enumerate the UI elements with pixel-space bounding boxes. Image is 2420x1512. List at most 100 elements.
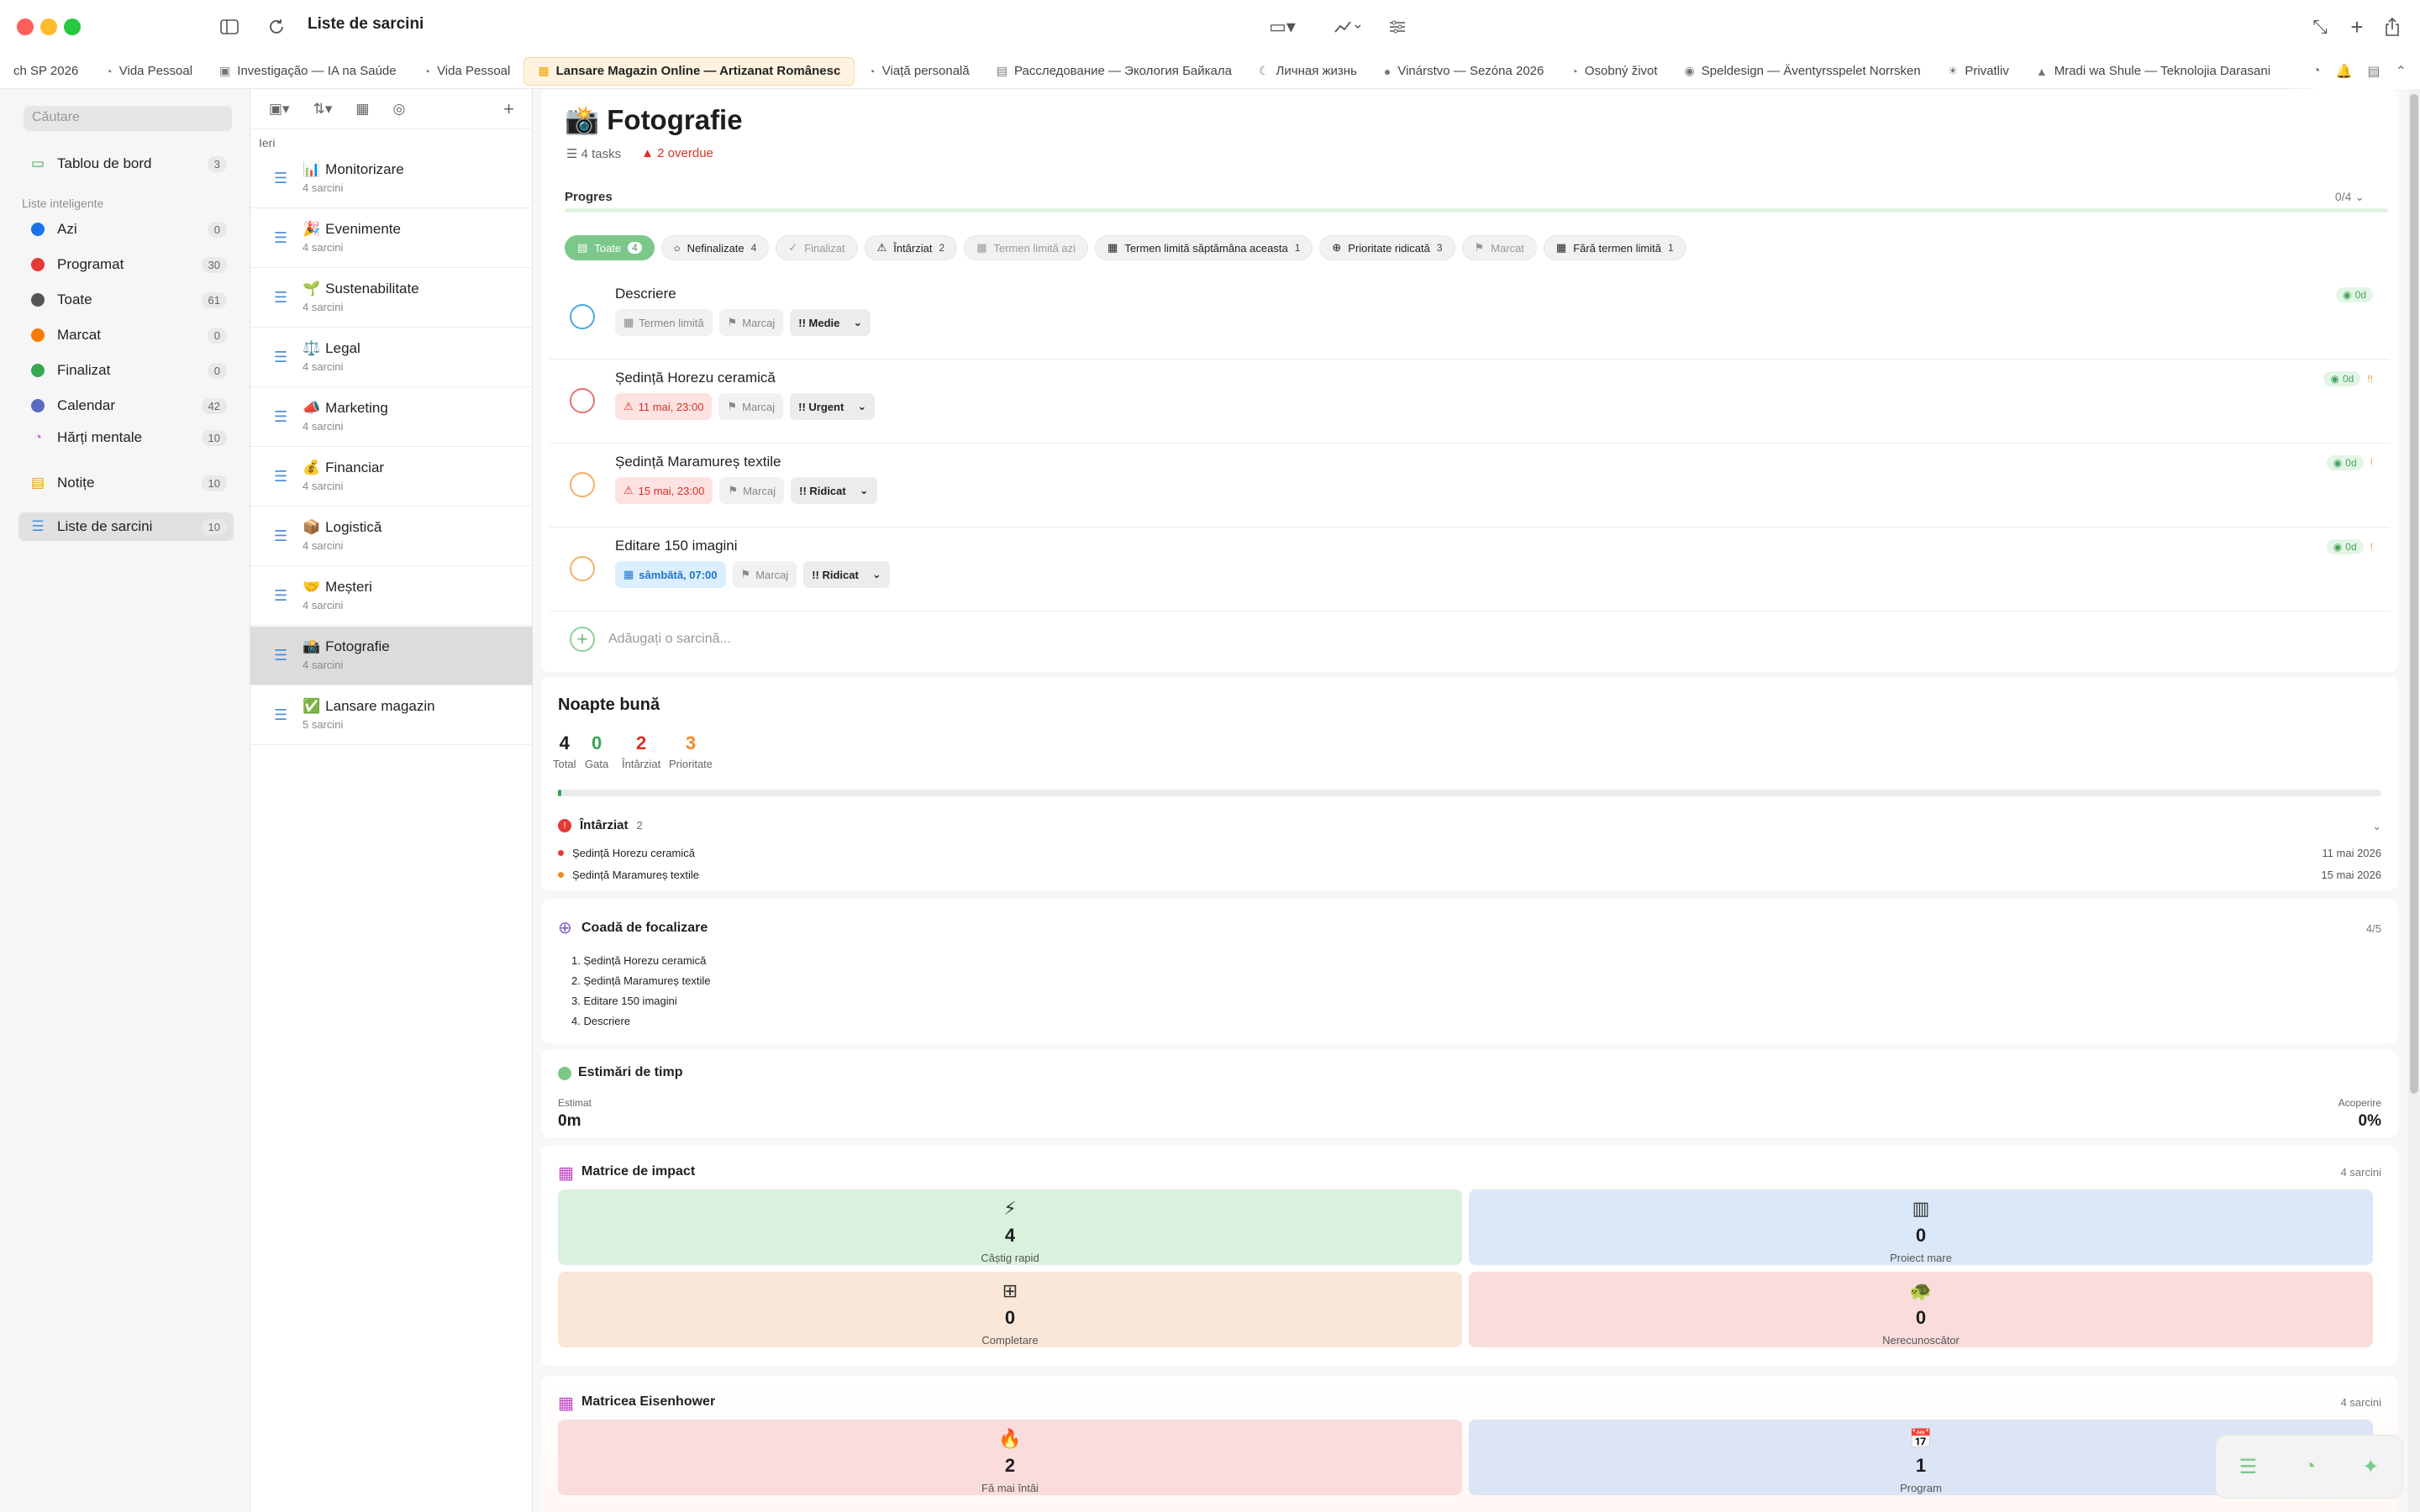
overdue-item[interactable]: Ședință Maramureș textile 15 mai 2026 (558, 865, 2381, 884)
add-list-icon[interactable]: + (503, 98, 514, 120)
tab-11[interactable]: ☀ Privatliv (1934, 57, 2023, 86)
quadrant[interactable]: ⚡ 4 Câștig rapid (558, 1189, 1462, 1265)
list-item[interactable]: ☰ 🎉 Evenimente 4 sarcini (250, 209, 533, 268)
sidebar-item-3[interactable]: Marcat 0 (18, 321, 234, 349)
list-item[interactable]: ☰ 🤝 Meșteri 4 sarcini (250, 567, 533, 626)
complete-checkbox[interactable] (570, 556, 595, 581)
sidebar-item-4[interactable]: Finalizat 0 (18, 356, 234, 385)
complete-checkbox[interactable] (570, 304, 595, 329)
sync-icon[interactable] (262, 13, 291, 40)
focus-item[interactable]: 2. Ședință Maramureș textile (571, 974, 710, 987)
list-item[interactable]: ☰ 📸 Fotografie 4 sarcini (250, 627, 533, 685)
add-task-row[interactable]: + Adăugați o sarcină... (570, 627, 731, 652)
filter-chip[interactable]: ○ Nefinalizate 4 (660, 235, 770, 260)
quadrant[interactable]: 🐢 0 Nerecunoscător (1469, 1272, 2373, 1347)
chevron-down-icon[interactable]: ⌄ (2372, 820, 2381, 833)
bell-icon[interactable]: 🔔 (2336, 63, 2353, 80)
task-title[interactable]: Editare 150 imagini (615, 538, 738, 554)
filter-chip[interactable]: ▦ Termen limită azi (964, 235, 1089, 260)
new-tab-icon[interactable]: + (2343, 13, 2371, 40)
chevron-up-icon[interactable]: ⌃ (2396, 63, 2407, 80)
sidebar-item-1[interactable]: Programat 30 (18, 250, 234, 279)
check-circle-icon[interactable]: ◎ (392, 101, 405, 118)
magic-wand-icon[interactable]: ✦ (2362, 1455, 2379, 1479)
sidebar-item-0[interactable]: Azi 0 (18, 215, 234, 244)
fullscreen-icon[interactable]: ⤡ (2306, 13, 2334, 40)
priority-select[interactable]: !! Urgent ⌄ (790, 393, 876, 420)
sidebar-toggle-icon[interactable] (215, 13, 244, 40)
inbox-menu-icon[interactable]: ▣▾ (269, 101, 290, 118)
tab-6[interactable]: ▤ Расследование — Экология Байкала (983, 57, 1245, 86)
quadrant[interactable]: ▥ 0 Proiect mare (1469, 1189, 2373, 1265)
task-row[interactable]: Editare 150 imagini ▦ sâmbătă, 07:00 ⚑ Marca… (550, 528, 2390, 612)
add-task-input[interactable]: Adăugați o sarcină... (608, 632, 731, 647)
sidebar-item-dashboard[interactable]: ▭ Tablou de bord 3 (18, 150, 234, 178)
scrollbar-thumb[interactable] (2410, 94, 2418, 1094)
minimize-window-button[interactable] (40, 18, 57, 35)
list-item[interactable]: ☰ 💰 Financiar 4 sarcini (250, 448, 533, 507)
task-row[interactable]: Ședință Maramureș textile ⚠ 15 mai, 23:00 ⚑… (550, 444, 2390, 528)
tab-4[interactable]: ▦ Lansare Magazin Online — Artizanat Româ… (523, 56, 855, 86)
sidebar-item-tasklists[interactable]: ☰ Liste de sarcini 10 (18, 512, 234, 541)
due-date-pill[interactable]: ▦ sâmbătă, 07:00 (615, 561, 726, 588)
tab-9[interactable]: ◔ Osobný život (1557, 57, 1670, 86)
add-task-icon[interactable]: + (570, 627, 595, 652)
sidebar-item-notes[interactable]: ▤ Notițe 10 (18, 469, 234, 497)
task-title[interactable]: Descriere (615, 286, 676, 302)
focus-item[interactable]: 1. Ședință Horezu ceramică (571, 954, 706, 967)
chart-menu-icon[interactable] (1328, 13, 1368, 40)
progress-count[interactable]: 0/4 ⌄ (2335, 190, 2365, 204)
task-view-icon[interactable]: ☰ (2239, 1455, 2258, 1479)
quadrant[interactable]: ⊞ 0 Completare (558, 1272, 1462, 1347)
overdue-section-header[interactable]: ! Întârziat 2 (558, 818, 643, 832)
priority-select[interactable]: !! Ridicat ⌄ (791, 477, 877, 504)
complete-checkbox[interactable] (570, 388, 595, 413)
list-item[interactable]: ☰ 📊 Monitorizare 4 sarcini (250, 150, 533, 208)
close-window-button[interactable] (17, 18, 34, 35)
filter-chip[interactable]: ✓ Finalizat (776, 235, 858, 260)
sidebar-item-5[interactable]: Calendar 42 (18, 391, 234, 420)
tab-10[interactable]: ◉ Speldesign — Äventyrsspelet Norrsken (1671, 57, 1934, 86)
overdue-item[interactable]: Ședință Horezu ceramică 11 mai 2026 (558, 843, 2381, 862)
tab-5[interactable]: ◔ Viață personală (855, 57, 982, 86)
flag-pill[interactable]: ⚑ Marcaj (718, 309, 784, 336)
list-item[interactable]: ☰ ✅ Lansare magazin 5 sarcini (250, 686, 533, 745)
priority-select[interactable]: !! Ridicat ⌄ (803, 561, 890, 588)
focus-item[interactable]: 3. Editare 150 imagini (571, 995, 677, 1007)
flag-pill[interactable]: ⚑ Marcaj (718, 393, 784, 420)
group-icon[interactable]: ▦ (355, 101, 369, 118)
search-input[interactable]: Căutare (24, 106, 232, 131)
due-date-pill[interactable]: ⚠ 15 mai, 23:00 (615, 477, 713, 504)
due-date-pill[interactable]: ▦ Termen limită (615, 309, 713, 336)
sidebar-item-mindmaps[interactable]: ◔ Hărți mentale 10 (18, 423, 234, 452)
tab-0[interactable]: ch SP 2026 (0, 57, 92, 86)
sliders-icon[interactable] (1383, 13, 1412, 40)
list-item[interactable]: ☰ ⚖️ Legal 4 sarcini (250, 328, 533, 387)
due-date-pill[interactable]: ⚠ 11 mai, 23:00 (615, 393, 713, 420)
tab-3[interactable]: ◔ Vida Pessoal (410, 57, 524, 86)
filter-chip[interactable]: ⚠ Întârziat 2 (864, 235, 958, 260)
filter-chip[interactable]: ▦ Termen limită săptămâna aceasta 1 (1095, 235, 1313, 260)
task-row[interactable]: Descriere ▦ Termen limită ⚑ Marcaj !! Medie ⌄ ◉… (550, 276, 2390, 360)
zoom-window-button[interactable] (64, 18, 81, 35)
panel-icon[interactable]: ▤ (2367, 63, 2380, 80)
task-title[interactable]: Ședință Maramureș textile (615, 454, 781, 470)
layout-menu-icon[interactable]: ▭▾ (1262, 13, 1302, 40)
quadrant[interactable]: 🔥 2 Fă mai întâi (558, 1420, 1462, 1495)
focus-item[interactable]: 4. Descriere (571, 1015, 630, 1027)
mind-icon[interactable]: ◔ (2312, 64, 2321, 79)
brain-icon[interactable]: ◔ (2303, 1455, 2316, 1478)
filter-chip[interactable]: ▤ Toate 4 (565, 235, 655, 260)
sort-menu-icon[interactable]: ⇅▾ (313, 101, 333, 118)
sidebar-item-2[interactable]: Toate 61 (18, 286, 234, 314)
tab-1[interactable]: ◔ Vida Pessoal (92, 57, 206, 86)
flag-pill[interactable]: ⚑ Marcaj (719, 477, 785, 504)
flag-pill[interactable]: ⚑ Marcaj (732, 561, 797, 588)
filter-chip[interactable]: ⚑ Marcat (1461, 235, 1537, 260)
priority-select[interactable]: !! Medie ⌄ (790, 309, 871, 336)
complete-checkbox[interactable] (570, 472, 595, 497)
list-item[interactable]: ☰ 📦 Logistică 4 sarcini (250, 507, 533, 566)
tab-8[interactable]: ● Vinárstvo — Sezóna 2026 (1370, 57, 1557, 86)
task-title[interactable]: Ședință Horezu ceramică (615, 370, 776, 386)
task-row[interactable]: Ședință Horezu ceramică ⚠ 11 mai, 23:00 ⚑ Ma… (550, 360, 2390, 444)
